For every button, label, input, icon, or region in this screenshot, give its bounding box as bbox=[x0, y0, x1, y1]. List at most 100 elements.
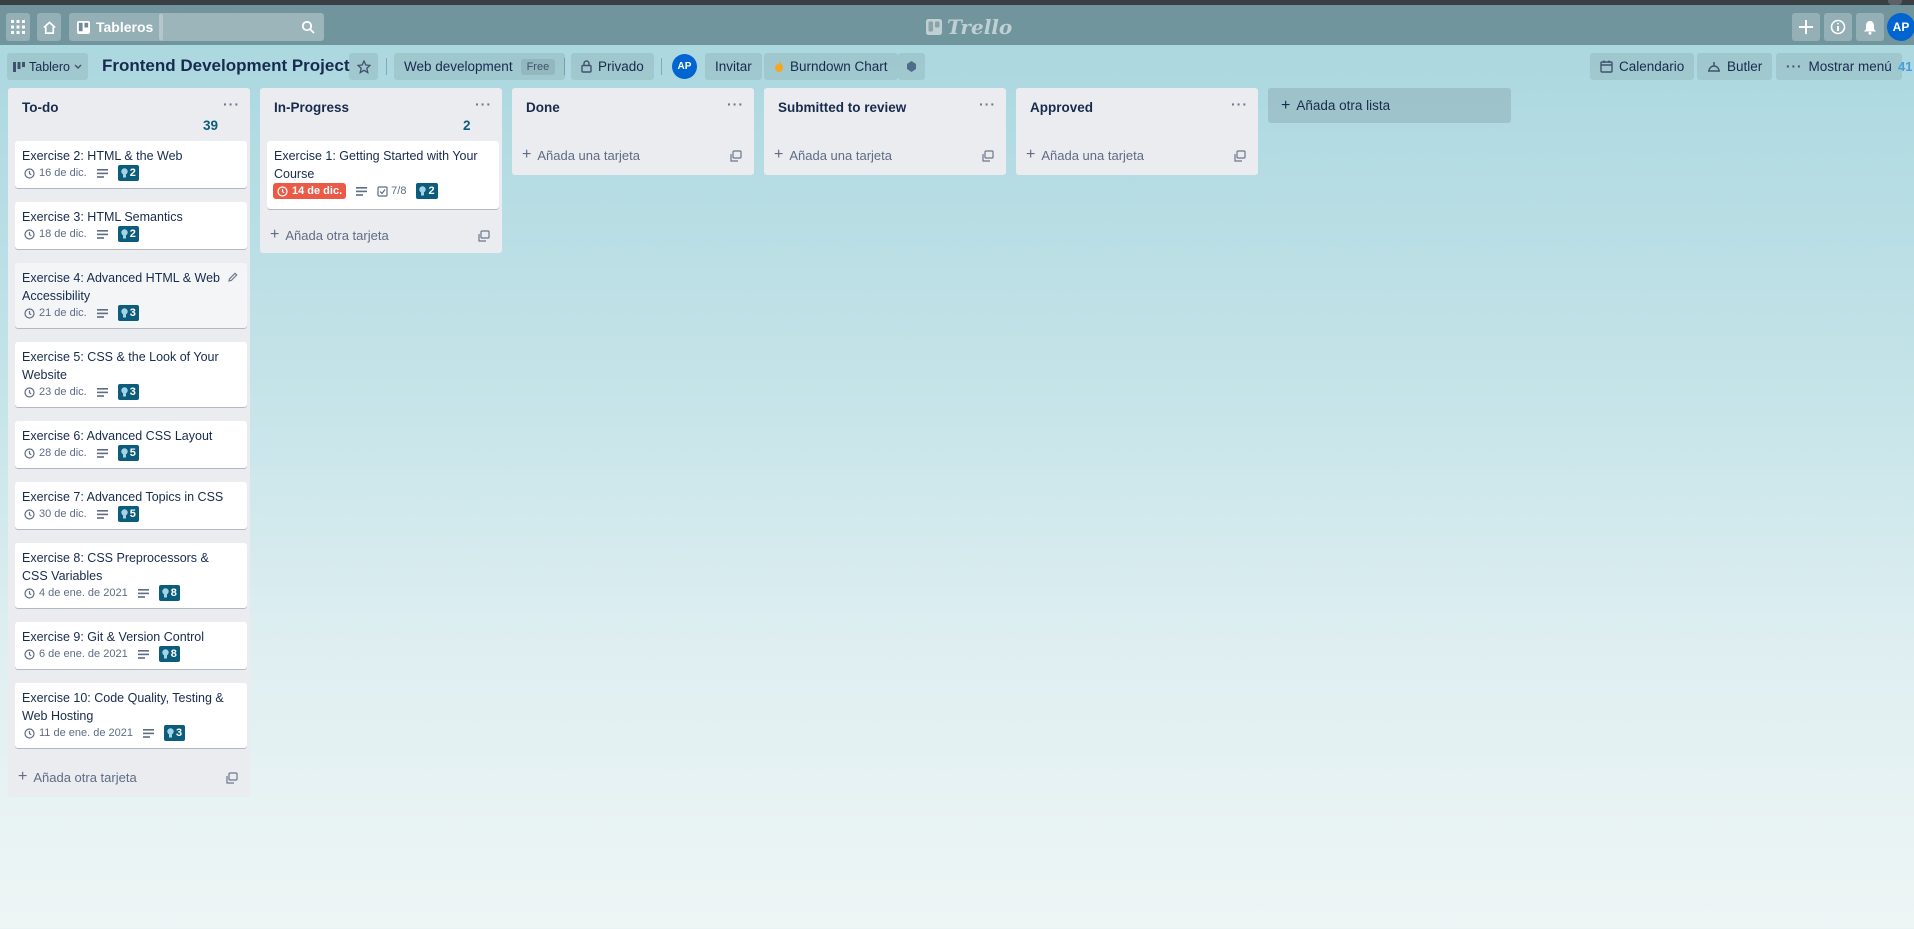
boards-button[interactable]: Tableros bbox=[69, 13, 164, 41]
label-count: 3 bbox=[176, 727, 183, 739]
card[interactable]: Exercise 9: Git & Version Control 6 de e… bbox=[15, 622, 247, 669]
invite-button[interactable]: Invitar bbox=[705, 53, 762, 80]
list-title[interactable]: Submitted to review bbox=[778, 100, 906, 115]
list-submitted-to-review[interactable]: Submitted to review ··· + Añada una tarj… bbox=[764, 88, 1006, 175]
visibility-button[interactable]: Privado bbox=[571, 53, 654, 80]
label-count: 2 bbox=[129, 228, 136, 240]
list-approved[interactable]: Approved ··· + Añada una tarjeta bbox=[1016, 88, 1258, 175]
list-title[interactable]: Done bbox=[526, 100, 560, 115]
show-menu-label: Mostrar menú bbox=[1808, 59, 1892, 74]
due-date-badge[interactable]: 11 de ene. de 2021 bbox=[24, 727, 133, 739]
calendar-label: Calendario bbox=[1619, 59, 1685, 74]
list-in-progress[interactable]: In-Progress ··· 2 Exercise 1: Getting St… bbox=[260, 88, 502, 253]
create-button[interactable] bbox=[1792, 13, 1820, 41]
due-date-badge[interactable]: 23 de dic. bbox=[24, 386, 87, 398]
label-count-badge: 8 bbox=[158, 585, 180, 601]
apps-button[interactable] bbox=[6, 13, 30, 41]
label-count: 8 bbox=[170, 587, 177, 599]
home-button[interactable] bbox=[37, 13, 61, 41]
due-date-badge[interactable]: 18 de dic. bbox=[24, 228, 87, 240]
description-icon bbox=[356, 186, 368, 196]
card-badges: 21 de dic. 3 bbox=[24, 305, 139, 321]
lightbulb-icon bbox=[167, 728, 174, 738]
checklist-progress: 7/8 bbox=[391, 185, 407, 197]
list-done[interactable]: Done ··· + Añada una tarjeta bbox=[512, 88, 754, 175]
due-date-badge[interactable]: 21 de dic. bbox=[24, 307, 87, 319]
card[interactable]: Exercise 4: Advanced HTML & Web Accessib… bbox=[15, 263, 247, 328]
description-icon bbox=[96, 387, 108, 397]
add-card-button[interactable]: + Añada una tarjeta bbox=[1026, 147, 1144, 163]
card[interactable]: Exercise 2: HTML & the Web 16 de dic. 2 bbox=[15, 141, 247, 188]
due-date-text: 16 de dic. bbox=[39, 167, 87, 179]
card-badges: 18 de dic. 2 bbox=[24, 226, 139, 242]
pencil-icon[interactable] bbox=[228, 272, 238, 282]
card[interactable]: Exercise 10: Code Quality, Testing & Web… bbox=[15, 683, 247, 748]
show-menu-button[interactable]: ··· Mostrar menú bbox=[1776, 53, 1902, 80]
butler-icon bbox=[1708, 61, 1720, 72]
card-template-icon[interactable] bbox=[982, 150, 994, 162]
workspace-button[interactable]: Web development Free bbox=[394, 53, 566, 80]
burndown-chart-button[interactable]: Burndown Chart bbox=[764, 53, 898, 80]
due-date-text: 18 de dic. bbox=[39, 228, 87, 240]
due-date-badge[interactable]: 14 de dic. bbox=[273, 183, 347, 199]
card[interactable]: Exercise 5: CSS & the Look of Your Websi… bbox=[15, 342, 247, 407]
list-title[interactable]: Approved bbox=[1030, 100, 1093, 115]
due-date-badge[interactable]: 16 de dic. bbox=[24, 167, 87, 179]
card[interactable]: Exercise 8: CSS Preprocessors & CSS Vari… bbox=[15, 543, 247, 608]
list-menu-button[interactable]: ··· bbox=[475, 96, 492, 112]
list-menu-button[interactable]: ··· bbox=[1231, 96, 1248, 112]
board-title[interactable]: Frontend Development Project bbox=[102, 56, 349, 76]
notifications-button[interactable] bbox=[1856, 13, 1884, 41]
card[interactable]: Exercise 3: HTML Semantics 18 de dic. 2 bbox=[15, 202, 247, 249]
list-menu-button[interactable]: ··· bbox=[979, 96, 996, 112]
board-view-switcher[interactable]: Tablero bbox=[7, 53, 88, 80]
due-date-badge[interactable]: 30 de dic. bbox=[24, 508, 87, 520]
butler-button[interactable]: Butler bbox=[1697, 53, 1773, 80]
star-board-button[interactable] bbox=[349, 53, 378, 80]
add-card-button[interactable]: + Añada otra tarjeta bbox=[18, 769, 137, 785]
fire-icon bbox=[775, 60, 783, 72]
card-template-icon[interactable] bbox=[478, 230, 490, 242]
list-menu-button[interactable]: ··· bbox=[223, 96, 240, 112]
list-card-count: 2 bbox=[463, 118, 471, 133]
card-template-icon[interactable] bbox=[1234, 150, 1246, 162]
description-badge bbox=[96, 448, 108, 458]
card-template-icon[interactable] bbox=[730, 150, 742, 162]
add-list-button[interactable]: + Añada otra lista bbox=[1268, 88, 1511, 123]
trello-logo[interactable]: Trello bbox=[926, 15, 1012, 39]
board-member-avatar[interactable]: AP bbox=[672, 54, 697, 79]
clock-icon bbox=[24, 447, 35, 459]
list-title[interactable]: In-Progress bbox=[274, 100, 349, 115]
info-button[interactable] bbox=[1824, 13, 1852, 41]
user-avatar[interactable]: AP bbox=[1887, 13, 1914, 41]
list-title[interactable]: To-do bbox=[22, 100, 58, 115]
plus-icon: + bbox=[522, 146, 532, 163]
list-to-do[interactable]: To-do ··· 39 Exercise 2: HTML & the Web … bbox=[8, 88, 250, 797]
due-date-badge[interactable]: 28 de dic. bbox=[24, 447, 87, 459]
add-card-button[interactable]: + Añada una tarjeta bbox=[774, 147, 892, 163]
label-count: 5 bbox=[129, 508, 136, 520]
add-card-button[interactable]: + Añada una tarjeta bbox=[522, 147, 640, 163]
lightbulb-icon bbox=[121, 509, 128, 519]
card[interactable]: Exercise 6: Advanced CSS Layout 28 de di… bbox=[15, 421, 247, 468]
due-date-text: 23 de dic. bbox=[39, 386, 87, 398]
card[interactable]: Exercise 7: Advanced Topics in CSS 30 de… bbox=[15, 482, 247, 529]
card[interactable]: Exercise 1: Getting Started with Your Co… bbox=[267, 141, 499, 209]
list-menu-button[interactable]: ··· bbox=[727, 96, 744, 112]
card-badges: 6 de ene. de 2021 8 bbox=[24, 646, 180, 662]
star-icon bbox=[356, 59, 371, 74]
search-input[interactable] bbox=[159, 13, 324, 41]
due-date-badge[interactable]: 4 de ene. de 2021 bbox=[24, 587, 128, 599]
label-count: 3 bbox=[129, 307, 136, 319]
description-icon bbox=[96, 509, 108, 519]
powerup-button[interactable] bbox=[898, 53, 925, 80]
calendar-button[interactable]: Calendario bbox=[1590, 53, 1695, 80]
card-template-icon[interactable] bbox=[226, 772, 238, 784]
trello-logo-icon bbox=[926, 19, 942, 35]
add-card-button[interactable]: + Añada otra tarjeta bbox=[270, 227, 389, 243]
due-date-badge[interactable]: 6 de ene. de 2021 bbox=[24, 648, 128, 660]
lightbulb-icon bbox=[162, 588, 169, 598]
burndown-chart-label: Burndown Chart bbox=[790, 59, 888, 74]
card-badges: 23 de dic. 3 bbox=[24, 384, 139, 400]
home-icon bbox=[42, 20, 56, 34]
